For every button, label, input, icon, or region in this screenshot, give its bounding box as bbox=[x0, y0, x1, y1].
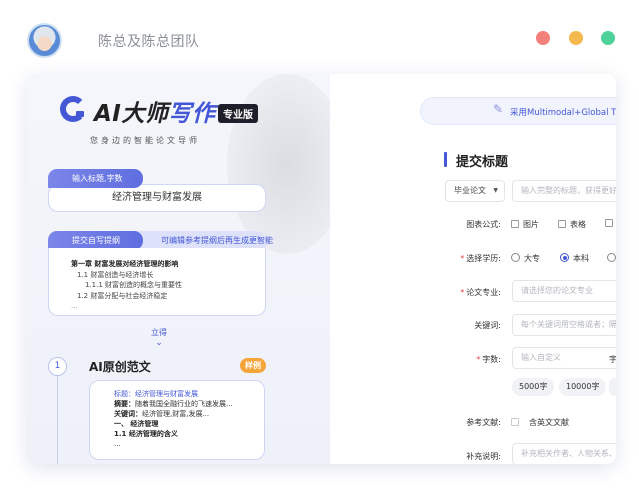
word-preset-5000[interactable]: 5000字 bbox=[512, 378, 555, 396]
chart-option-table[interactable]: 表格 bbox=[558, 219, 586, 230]
window-maximize-button[interactable] bbox=[601, 31, 615, 45]
chart-option-more[interactable] bbox=[605, 219, 616, 228]
caret-down-icon: ▼ bbox=[493, 187, 498, 194]
sample-card: 标题：经济管理与财富发展 摘要：随着我国全融行业的飞速发展... 关键词：经济管… bbox=[89, 380, 265, 460]
outline-line: 1.1.1 财富创造的概念与重要性 bbox=[85, 281, 183, 289]
extra-label: 补充说明: bbox=[466, 452, 501, 461]
window-minimize-button[interactable] bbox=[569, 31, 583, 45]
form-title: 提交标题 bbox=[456, 155, 509, 170]
degree-label: * 选择学历: bbox=[460, 254, 501, 263]
extra-input[interactable]: 补充相关作者、人物关系、作 bbox=[512, 443, 616, 464]
app-window: AI大师写作 专业版 您身边的智能论文导师 经济管理与财富发展 输入标题,字数 … bbox=[27, 74, 616, 464]
ai-model-icon: ✎ bbox=[493, 102, 504, 116]
title-card-tag: 输入标题,字数 bbox=[48, 169, 143, 188]
title-input[interactable]: 输入完整的标题，获得更好的 bbox=[512, 180, 616, 202]
refs-label: 参考文献: bbox=[466, 418, 501, 427]
avatar[interactable] bbox=[27, 23, 62, 58]
sample-badge: 样例 bbox=[240, 358, 266, 373]
major-select[interactable]: 请选择您的论文专业 bbox=[512, 280, 616, 302]
sample-abstract: 摘要：随着我国全融行业的飞速发展... bbox=[114, 400, 233, 408]
model-banner-text: 采用Multimodal+Global Th bbox=[510, 108, 616, 118]
chevron-down-icon: ⌄ bbox=[155, 338, 163, 348]
timeline-line bbox=[57, 376, 58, 464]
section-title: AI原创范文 bbox=[89, 360, 151, 374]
sample-keywords: 关键词：经济管理,财富,发展... bbox=[114, 410, 210, 418]
words-unit: 字 bbox=[609, 355, 616, 364]
slogan: 您身边的智能论文导师 bbox=[90, 136, 200, 145]
major-label: * 论文专业: bbox=[460, 288, 501, 297]
title-card: 经济管理与财富发展 bbox=[48, 184, 266, 212]
logo-icon bbox=[60, 96, 86, 122]
words-label: * 字数: bbox=[476, 355, 501, 364]
degree-option-more[interactable] bbox=[607, 253, 616, 263]
window-close-button[interactable] bbox=[536, 31, 550, 45]
generate-label: 立得 bbox=[151, 328, 167, 337]
keywords-input[interactable]: 每个关键词用空格或者；隔开 bbox=[512, 314, 616, 336]
form-title-accent bbox=[444, 152, 447, 167]
right-form-pane bbox=[330, 74, 616, 464]
outline-line: 1.1 财富创造与经济增长 bbox=[77, 270, 154, 279]
sample-more: ... bbox=[114, 440, 121, 448]
outline-line: 1.2 财富分配与社会经济稳定 bbox=[77, 291, 168, 300]
chart-option-image[interactable]: 图片 bbox=[511, 219, 539, 230]
team-name: 陈总及陈总团队 bbox=[98, 34, 200, 50]
sample-title: 标题：经济管理与财富发展 bbox=[114, 390, 198, 398]
generate-link[interactable]: 立得 ⌄ bbox=[144, 327, 174, 348]
sample-heading-1: 一、 经济管理 bbox=[114, 420, 159, 428]
decorative-background bbox=[227, 74, 330, 254]
outline-line: 第一章 财富发展对经济管理的影响 bbox=[71, 260, 179, 268]
sample-heading-2: 1.1 经济管理的含义 bbox=[114, 430, 178, 438]
chart-label: 图表公式: bbox=[466, 220, 501, 229]
left-showcase-pane: AI大师写作 专业版 您身边的智能论文导师 经济管理与财富发展 输入标题,字数 … bbox=[27, 74, 330, 464]
pro-version-badge: 专业版 bbox=[218, 104, 258, 123]
word-preset-10000[interactable]: 10000字 bbox=[559, 378, 607, 396]
words-input[interactable]: 输入自定义 bbox=[512, 347, 616, 369]
degree-option-bachelor[interactable]: 本科 bbox=[560, 253, 589, 264]
refs-english-checkbox[interactable]: 含英文文献 bbox=[511, 417, 569, 428]
word-preset-more[interactable] bbox=[609, 378, 616, 396]
outline-card-hint: 可编辑参考提纲后再生成更智能 bbox=[161, 236, 273, 245]
degree-option-college[interactable]: 大专 bbox=[511, 253, 540, 264]
step-number: 1 bbox=[48, 357, 67, 376]
paper-type-select[interactable]: 毕业论文 ▼ bbox=[445, 180, 505, 202]
outline-line: ... bbox=[71, 302, 78, 310]
outline-card-body: 第一章 财富发展对经济管理的影响 1.1 财富创造与经济增长 1.1.1 财富创… bbox=[48, 248, 266, 316]
logo-text: AI大师写作 bbox=[94, 101, 216, 127]
keywords-label: 关键词: bbox=[474, 321, 501, 330]
